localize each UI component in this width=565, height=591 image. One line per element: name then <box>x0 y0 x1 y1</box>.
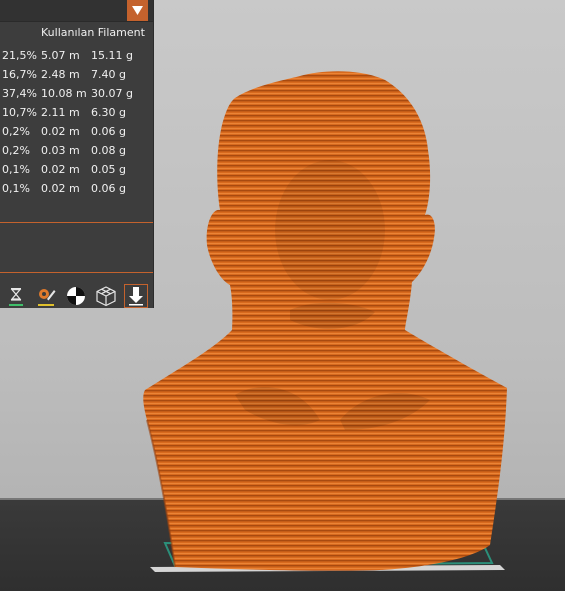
percent-cell: 37,4% <box>2 87 37 100</box>
weight-cell: 6.30 g <box>91 106 126 119</box>
checker-icon[interactable] <box>64 284 88 308</box>
length-cell: 10.08 m <box>41 87 87 100</box>
collapse-panel-button[interactable] <box>127 0 148 21</box>
weight-cell: 0.06 g <box>91 182 126 195</box>
chevron-down-icon <box>132 6 143 15</box>
percent-cell: 0,1% <box>2 182 30 195</box>
weight-cell: 0.08 g <box>91 144 126 157</box>
column-header-used-filament: Kullanılan Filament <box>41 26 145 39</box>
length-cell: 0.02 m <box>41 163 80 176</box>
length-cell: 0.02 m <box>41 182 80 195</box>
hourglass-icon[interactable] <box>4 284 28 308</box>
percent-cell: 0,2% <box>2 144 30 157</box>
length-cell: 0.03 m <box>41 144 80 157</box>
color-print-icon[interactable] <box>34 284 58 308</box>
percent-cell: 10,7% <box>2 106 37 119</box>
bust-model[interactable] <box>143 71 507 571</box>
length-cell: 2.11 m <box>41 106 80 119</box>
weight-cell: 15.11 g <box>91 49 133 62</box>
weight-cell: 0.05 g <box>91 163 126 176</box>
length-cell: 5.07 m <box>41 49 80 62</box>
percent-cell: 21,5% <box>2 49 37 62</box>
percent-cell: 0,2% <box>2 125 30 138</box>
percent-cell: 0,1% <box>2 163 30 176</box>
percent-cell: 16,7% <box>2 68 37 81</box>
wireframe-cube-icon[interactable] <box>94 284 118 308</box>
length-cell: 0.02 m <box>41 125 80 138</box>
length-cell: 2.48 m <box>41 68 80 81</box>
export-icon[interactable] <box>124 284 148 308</box>
weight-cell: 30.07 g <box>91 87 133 100</box>
section-divider <box>0 272 153 273</box>
weight-cell: 0.06 g <box>91 125 126 138</box>
section-divider <box>0 222 153 223</box>
weight-cell: 7.40 g <box>91 68 126 81</box>
filament-stats-panel: Kullanılan Filament 21,5% 5.07 m 15.11 g… <box>0 0 153 308</box>
